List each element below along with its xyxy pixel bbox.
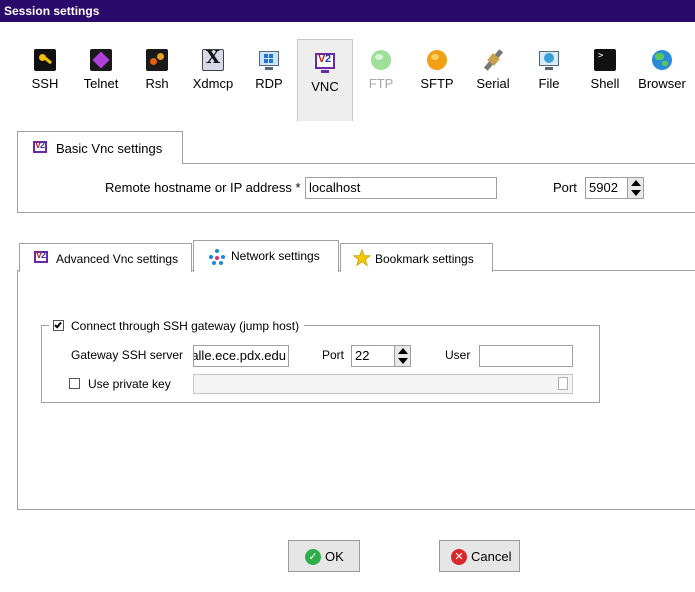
session-type-browser[interactable]: Browser xyxy=(633,39,691,109)
port-value: 5902 xyxy=(589,180,618,195)
session-type-label: Xdmcp xyxy=(192,76,234,91)
session-type-label: SFTP xyxy=(420,76,454,91)
gateway-checkbox[interactable] xyxy=(53,320,64,331)
private-key-path-input[interactable] xyxy=(193,374,573,394)
rsh-icon xyxy=(146,49,168,71)
arrow-up-icon[interactable] xyxy=(398,348,408,354)
key-icon xyxy=(34,49,56,71)
globe-icon xyxy=(651,49,673,71)
gateway-server-input[interactable]: ralle.ece.pdx.edu xyxy=(193,345,289,367)
session-type-file[interactable]: File xyxy=(521,39,577,109)
session-type-label: File xyxy=(538,76,560,91)
session-type-ssh[interactable]: SSH xyxy=(17,39,73,109)
window-title: Session settings xyxy=(0,0,695,22)
gateway-user-input[interactable] xyxy=(479,345,573,367)
close-icon: ✕ xyxy=(451,549,467,565)
session-type-rdp[interactable]: RDP xyxy=(241,39,297,109)
session-type-label: Serial xyxy=(476,76,510,91)
session-type-label: Telnet xyxy=(83,76,119,91)
gateway-port-label: Port xyxy=(322,348,345,362)
tab-joint xyxy=(18,163,182,165)
session-type-label: SSH xyxy=(31,76,59,91)
session-type-serial[interactable]: Serial xyxy=(465,39,521,109)
vnc-icon: V 2 xyxy=(314,52,336,74)
session-type-label: Rsh xyxy=(145,76,169,91)
ok-button[interactable]: ✓ OK xyxy=(288,540,360,572)
port-stepper[interactable] xyxy=(627,178,643,198)
checkmark-icon xyxy=(54,320,62,329)
tab-label: Advanced Vnc settings xyxy=(56,252,179,266)
ftp-icon xyxy=(370,49,392,71)
port-label: Port xyxy=(553,180,577,195)
session-type-label: RDP xyxy=(255,76,283,91)
tab-bookmark-settings[interactable]: Bookmark settings xyxy=(340,243,493,272)
session-type-label: Shell xyxy=(590,76,620,91)
gateway-server-label: Gateway SSH server xyxy=(71,348,184,362)
session-type-xdmcp[interactable]: X Xdmcp xyxy=(185,39,241,109)
tab-advanced-vnc-settings[interactable]: V 2 Advanced Vnc settings xyxy=(19,243,192,272)
session-type-label: Browser xyxy=(638,76,686,91)
remote-host-input[interactable]: localhost xyxy=(305,177,497,199)
gateway-port-stepper[interactable] xyxy=(394,346,410,366)
session-type-sftp[interactable]: SFTP xyxy=(409,39,465,109)
session-type-toolbar: SSH Telnet Rsh X Xdmcp RDP V 2 VNC FTP S… xyxy=(0,22,695,121)
gateway-server-value: ralle.ece.pdx.edu xyxy=(193,348,286,363)
tab-label: Bookmark settings xyxy=(375,252,474,266)
session-type-label: VNC xyxy=(311,79,339,94)
arrow-up-icon[interactable] xyxy=(631,180,641,186)
cancel-button[interactable]: ✕ Cancel xyxy=(439,540,520,572)
gateway-port-value: 22 xyxy=(355,348,370,363)
tab-label: Network settings xyxy=(231,249,320,263)
rdp-icon xyxy=(258,49,280,71)
host-label: Remote hostname or IP address * xyxy=(105,180,301,195)
file-icon xyxy=(538,49,560,71)
private-key-checkbox[interactable] xyxy=(69,378,80,389)
tab-basic-vnc-settings[interactable]: V 2 Basic Vnc settings xyxy=(17,131,183,164)
arrow-down-icon[interactable] xyxy=(631,190,641,196)
session-type-rsh[interactable]: Rsh xyxy=(129,39,185,109)
star-icon xyxy=(352,248,372,270)
tab-network-settings[interactable]: Network settings xyxy=(193,240,339,272)
arrow-down-icon[interactable] xyxy=(398,358,408,364)
gateway-checkbox-label: Connect through SSH gateway (jump host) xyxy=(71,319,300,333)
session-type-label: FTP xyxy=(368,76,394,91)
terminal-icon: > xyxy=(594,49,616,71)
sftp-icon xyxy=(426,49,448,71)
xdmcp-icon: X xyxy=(202,47,224,71)
check-icon: ✓ xyxy=(305,549,321,565)
file-browse-icon[interactable] xyxy=(558,377,568,390)
tab-label: Basic Vnc settings xyxy=(56,141,163,156)
gateway-user-label: User xyxy=(445,348,471,362)
ok-button-label: OK xyxy=(325,549,344,564)
session-type-vnc[interactable]: V 2 VNC xyxy=(297,39,353,121)
serial-plug-icon xyxy=(482,49,504,71)
ssh-gateway-group-title: Connect through SSH gateway (jump host) xyxy=(49,318,305,334)
session-type-shell[interactable]: > Shell xyxy=(577,39,633,109)
session-type-ftp[interactable]: FTP xyxy=(353,39,409,109)
telnet-icon xyxy=(90,49,112,71)
private-key-label: Use private key xyxy=(88,377,171,391)
session-type-telnet[interactable]: Telnet xyxy=(73,39,129,109)
cancel-button-label: Cancel xyxy=(471,549,512,564)
